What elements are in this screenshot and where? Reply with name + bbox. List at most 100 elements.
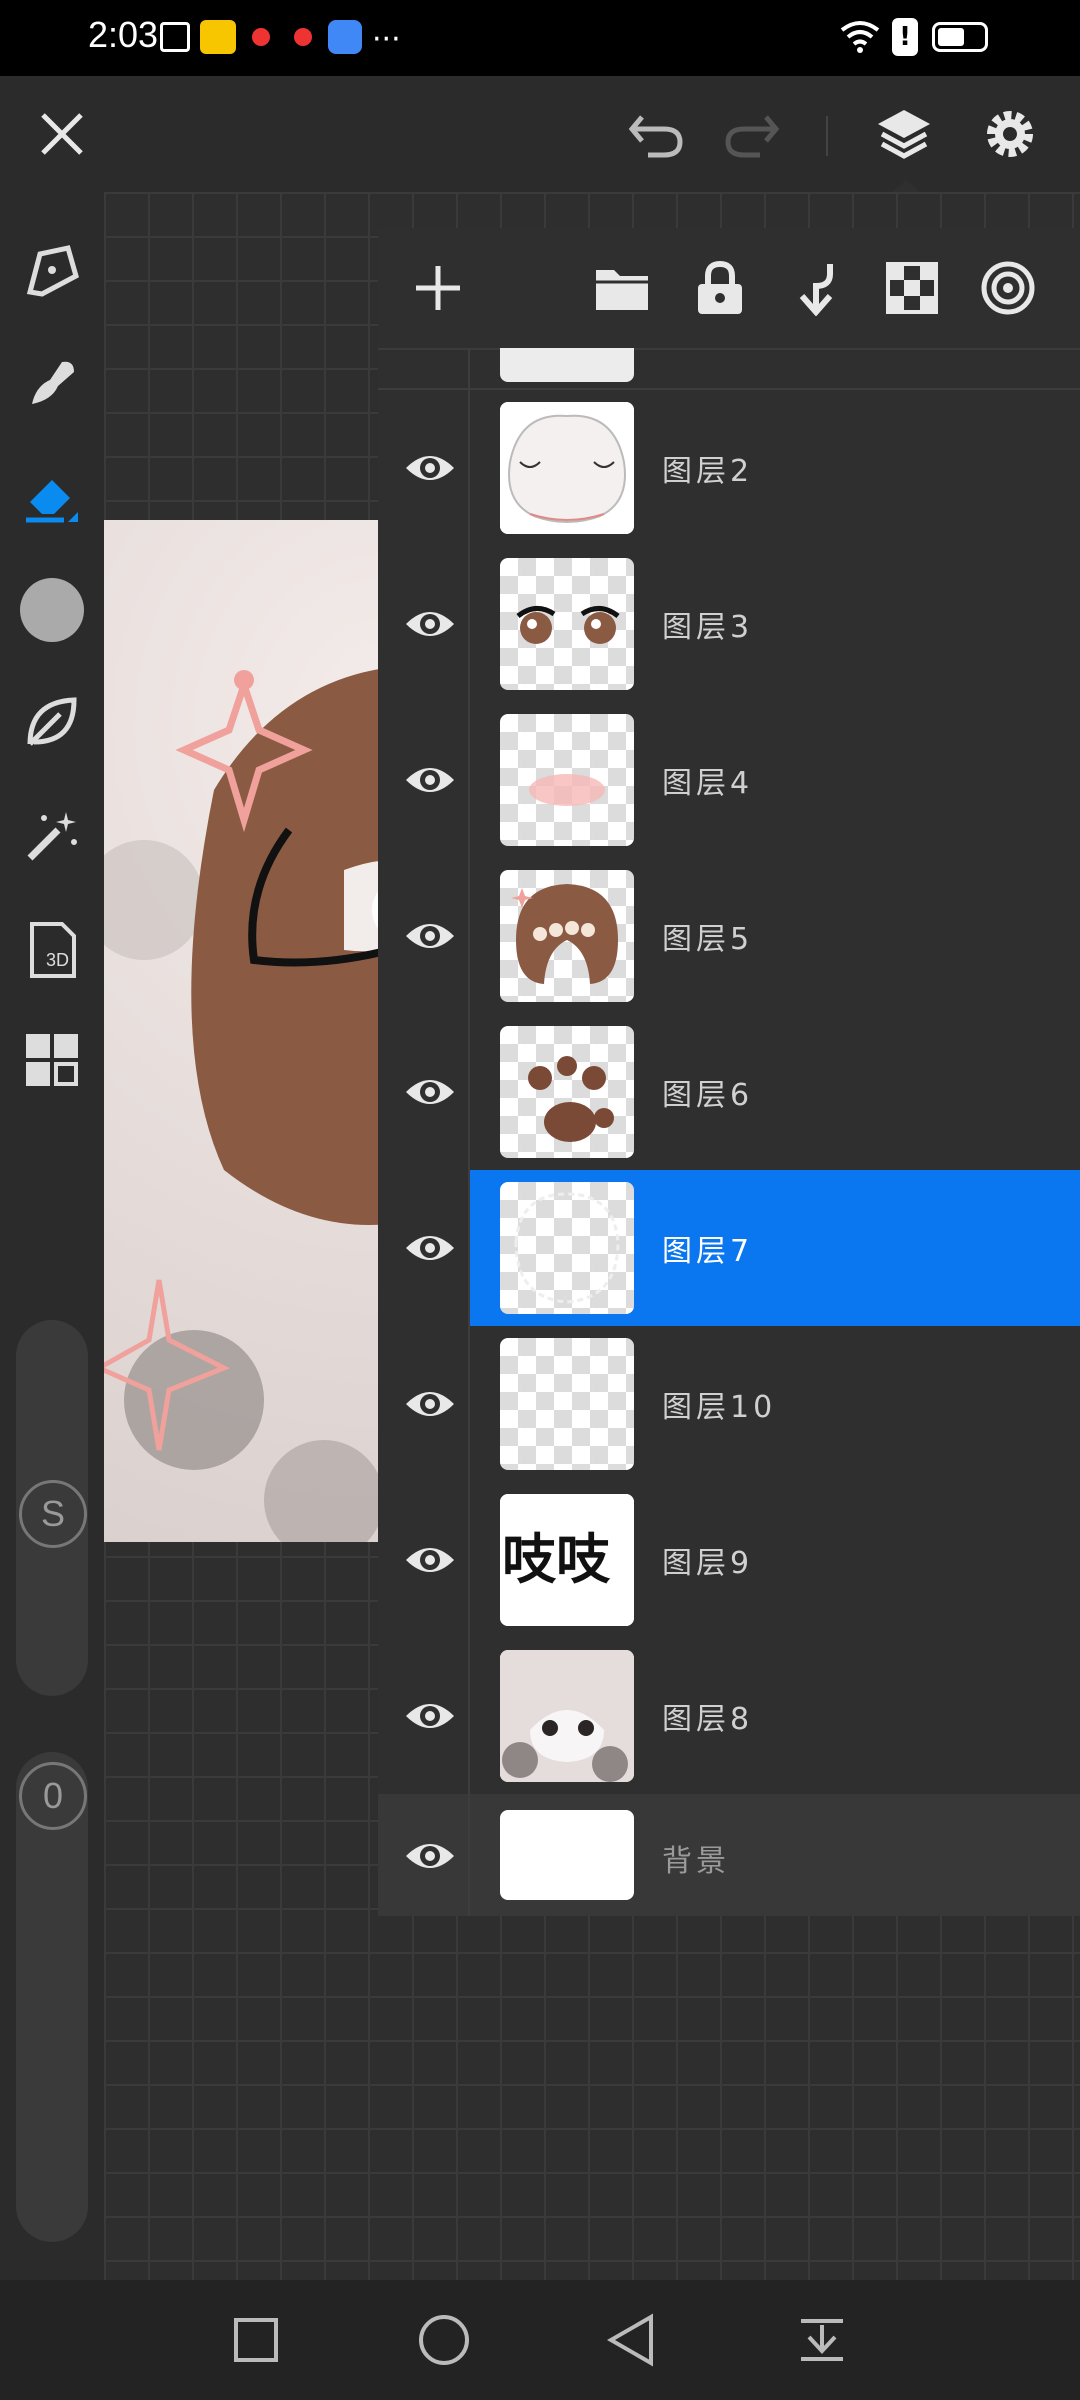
eye-icon — [406, 768, 454, 792]
layer-name: 图层4 — [662, 766, 754, 801]
brush-library-button[interactable] — [14, 684, 90, 760]
3d-button[interactable]: 3D — [14, 912, 90, 988]
row-separator — [468, 702, 470, 858]
add-layer-button[interactable] — [400, 250, 476, 326]
row-separator — [468, 1170, 470, 1326]
gallery-button[interactable] — [14, 1022, 90, 1098]
layer-thumbnail — [500, 1026, 634, 1158]
layer-name: 背景 — [662, 1844, 730, 1879]
layer-thumbnail: 吱吱 — [500, 1494, 634, 1626]
gear-icon — [987, 111, 1033, 157]
eraser-tool-button[interactable] — [14, 458, 90, 534]
row-separator — [468, 858, 470, 1014]
layer-row[interactable]: 图层3 — [378, 546, 1080, 704]
layer-row[interactable]: 图层10 — [378, 1326, 1080, 1484]
merge-down-button[interactable] — [778, 250, 854, 326]
row-separator — [468, 390, 470, 546]
layer-visibility-toggle[interactable] — [392, 1522, 468, 1598]
layers-button[interactable] — [866, 96, 942, 172]
lock-layer-button[interactable] — [682, 250, 758, 326]
smudge-tool-button[interactable] — [14, 344, 90, 420]
pen-tool-button[interactable] — [14, 232, 90, 308]
svg-text:3D: 3D — [46, 950, 69, 970]
brush-size-slider[interactable]: S — [16, 1320, 88, 1696]
eye-icon — [406, 456, 454, 480]
eye-icon — [406, 924, 454, 948]
undo-button[interactable] — [618, 96, 694, 172]
file-icon — [160, 22, 190, 52]
layer-visibility-toggle[interactable] — [392, 1054, 468, 1130]
layer-name: 图层2 — [662, 454, 754, 489]
close-icon — [41, 113, 83, 155]
layer-visibility-toggle[interactable] — [392, 742, 468, 818]
layer-visibility-toggle[interactable] — [392, 1366, 468, 1442]
layer-row-partial[interactable] — [378, 348, 1080, 390]
layer-thumbnail — [500, 348, 634, 382]
magic-wand-button[interactable] — [14, 798, 90, 874]
layer-thumbnail — [500, 402, 634, 534]
leaf-icon — [27, 697, 77, 746]
lock-icon — [698, 260, 742, 314]
row-separator — [468, 348, 470, 388]
layer-visibility-toggle[interactable] — [392, 898, 468, 974]
layer-row[interactable]: 图层7 — [378, 1170, 1080, 1328]
eye-icon — [406, 1392, 454, 1416]
close-button[interactable] — [24, 96, 100, 172]
back-button[interactable] — [592, 2300, 672, 2380]
layer-thumbnail — [500, 870, 634, 1002]
hide-nav-button[interactable] — [782, 2300, 862, 2380]
reference-layer-button[interactable] — [970, 250, 1046, 326]
layer-visibility-toggle[interactable] — [392, 1818, 468, 1894]
layer-name: 图层3 — [662, 610, 754, 645]
group-layers-button[interactable] — [584, 250, 660, 326]
layer-visibility-toggle[interactable] — [392, 1210, 468, 1286]
top-toolbar — [0, 76, 1080, 194]
layer-thumbnail — [500, 1650, 634, 1782]
transparency-lock-button[interactable] — [874, 250, 950, 326]
svg-text:吱吱: 吱吱 — [502, 1528, 611, 1591]
browser-icon — [328, 20, 362, 54]
left-toolbar: 3D S 0 — [0, 192, 104, 2280]
grid-icon — [26, 1034, 78, 1086]
merge-down-icon — [799, 264, 833, 316]
eye-icon — [406, 1236, 454, 1260]
settings-button[interactable] — [972, 96, 1048, 172]
collapse-down-icon — [801, 2319, 843, 2361]
layer-name: 图层6 — [662, 1078, 754, 1113]
layer-row[interactable]: 图层5 — [378, 858, 1080, 1016]
color-picker-button[interactable] — [14, 572, 90, 648]
recents-button[interactable] — [216, 2300, 296, 2380]
layer-name: 图层8 — [662, 1702, 754, 1737]
layer-row[interactable]: 图层4 — [378, 702, 1080, 860]
status-time: 2:03 — [88, 14, 159, 55]
layer-visibility-toggle[interactable] — [392, 586, 468, 662]
layer-row[interactable]: 图层6 — [378, 1014, 1080, 1172]
status-bar: 2:03 ··· ! — [0, 0, 1080, 76]
notification-icon — [294, 28, 312, 46]
eye-icon — [406, 1704, 454, 1728]
eye-icon — [406, 1080, 454, 1104]
layers-panel-toolbar — [378, 228, 1080, 350]
row-separator — [468, 546, 470, 702]
opacity-label: 0 — [19, 1762, 87, 1830]
home-button[interactable] — [404, 2300, 484, 2380]
magic-wand-icon — [27, 812, 77, 861]
opacity-slider[interactable]: 0 — [16, 1752, 88, 2242]
layer-name: 图层9 — [662, 1546, 754, 1581]
row-separator — [468, 1638, 470, 1794]
layer-name: 图层5 — [662, 922, 754, 957]
weibo-icon — [200, 20, 236, 54]
row-separator — [468, 1326, 470, 1482]
layer-name: 图层7 — [662, 1234, 754, 1269]
brush-size-label: S — [19, 1480, 87, 1548]
layer-visibility-toggle[interactable] — [392, 430, 468, 506]
redo-icon — [725, 115, 780, 158]
redo-button[interactable] — [714, 96, 790, 172]
layer-thumbnail — [500, 1182, 634, 1314]
layer-row[interactable]: 背景 — [378, 1794, 1080, 1916]
layer-row[interactable]: 图层2 — [378, 390, 1080, 548]
layer-row[interactable]: 吱吱 图层9 — [378, 1482, 1080, 1640]
layer-visibility-toggle[interactable] — [392, 1678, 468, 1754]
divider — [826, 116, 828, 156]
layer-row[interactable]: 图层8 — [378, 1638, 1080, 1796]
